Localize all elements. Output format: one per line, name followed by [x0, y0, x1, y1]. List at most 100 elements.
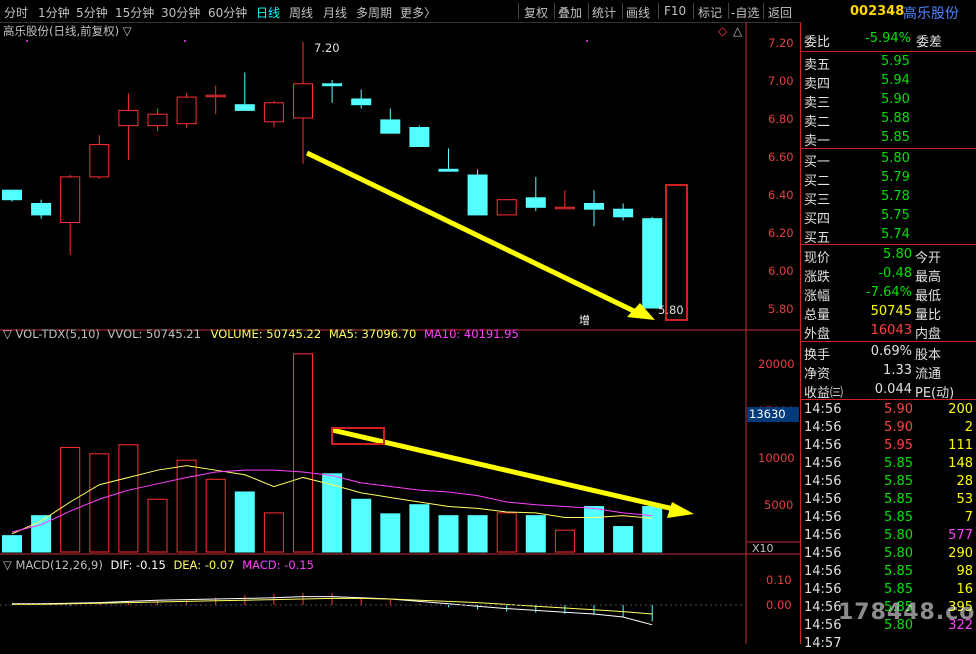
tick-time: 14:56: [804, 474, 842, 489]
overlay-button[interactable]: 叠加: [558, 4, 582, 21]
stat-value: -7.64%: [866, 285, 912, 300]
buy-level-label: 买二: [804, 174, 831, 189]
f10-button[interactable]: F10: [664, 4, 686, 18]
toolbar-divider: [693, 3, 694, 19]
dea-value: DEA: -0.07: [173, 558, 235, 572]
candle-body: [263, 102, 284, 123]
back-button[interactable]: 返回: [768, 4, 792, 21]
candle-body: [584, 203, 604, 210]
stat-value: 16043: [870, 323, 912, 338]
tick-row: 14:56 5.80 577: [801, 527, 976, 546]
tick-price: 5.90: [884, 420, 913, 435]
candle-body: [496, 199, 517, 216]
candle-body: [554, 206, 575, 210]
tick-row: 14:56 5.90 2: [801, 419, 976, 438]
stat-label-right: 股本: [915, 348, 942, 363]
tick-price: 5.85: [884, 510, 913, 525]
volume-bar: [205, 478, 226, 553]
diamond-icon[interactable]: ◇: [718, 24, 727, 38]
tick-time: 14:56: [804, 582, 842, 597]
stat-label: 外盘: [804, 327, 831, 342]
volume-bar: [234, 491, 255, 553]
tick-time: 14:56: [804, 402, 842, 417]
stat-row: 净资 1.33 流通: [801, 362, 976, 382]
volume-bar: [380, 513, 401, 553]
y-tick: 6.80: [768, 112, 794, 126]
sell-level-row: 卖五 5.95: [801, 53, 976, 73]
toolbar-divider: [728, 3, 729, 19]
tab-weekly[interactable]: 周线: [289, 4, 313, 21]
tick-volume: 28: [956, 474, 973, 489]
volume-value: VOLUME: 50745.22: [210, 327, 322, 341]
y-tick: 6.20: [768, 226, 794, 240]
toolbar-divider: [554, 3, 555, 19]
candle-body: [525, 197, 546, 208]
sell-level-label: 卖二: [804, 115, 831, 130]
tab-more[interactable]: 更多〉: [400, 4, 436, 21]
restore-rights-button[interactable]: 复权: [524, 4, 548, 21]
stat-label-right: 最低: [915, 289, 942, 304]
tick-row: 14:56 5.85 28: [801, 473, 976, 492]
tick-time: 14:56: [804, 618, 842, 633]
buy-level-price: 5.74: [881, 227, 910, 242]
stat-label: 现价: [804, 251, 831, 266]
tick-time: 14:56: [804, 510, 842, 525]
volume-bar: [496, 512, 517, 553]
volume-bar: [322, 473, 343, 553]
tab-monthly[interactable]: 月线: [323, 4, 347, 21]
buy-level-row: 买四 5.75: [801, 207, 976, 227]
macd-y-tick: 0.00: [766, 598, 792, 612]
tab-30min[interactable]: 30分钟: [161, 4, 200, 21]
toolbar-divider: [658, 3, 659, 19]
candle-body: [642, 218, 663, 309]
tick-row: 14:57: [801, 635, 976, 654]
high-marker: 7.20: [314, 41, 340, 55]
tick-volume: 98: [956, 564, 973, 579]
sell-level-label: 卖一: [804, 134, 831, 149]
mark-button[interactable]: 标记: [698, 4, 722, 21]
sell-level-price: 5.88: [881, 111, 910, 126]
tick-row: 14:56 5.85 53: [801, 491, 976, 510]
candle-body: [438, 168, 459, 172]
y-tick: 6.00: [768, 264, 794, 278]
tick-row: 14:56 5.85 98: [801, 563, 976, 582]
tick-row: 14:56 5.85 16: [801, 581, 976, 600]
tab-fenshi[interactable]: 分时: [4, 4, 28, 21]
stat-label-right: 量比: [915, 308, 942, 323]
toolbar-divider: [763, 3, 764, 19]
stat-label: 总量: [804, 308, 831, 323]
tab-15min[interactable]: 15分钟: [115, 4, 154, 21]
tab-60min[interactable]: 60分钟: [208, 4, 247, 21]
tick-row: 14:56 5.85 148: [801, 455, 976, 474]
candle-body: [613, 208, 634, 218]
volume-bar: [351, 498, 372, 553]
watchlist-button[interactable]: -自选: [731, 4, 759, 21]
sell-level-label: 卖四: [804, 77, 831, 92]
buy-level-row: 买二 5.79: [801, 169, 976, 189]
tick-volume: 148: [948, 456, 973, 471]
tab-1min[interactable]: 1分钟: [38, 4, 70, 21]
tick-price: 5.85: [884, 582, 913, 597]
statistics-button[interactable]: 统计: [592, 4, 616, 21]
buy-level-row: 买三 5.78: [801, 188, 976, 208]
tick-volume: 111: [948, 438, 973, 453]
weibi-row: 委比 -5.94% 委差: [801, 30, 976, 50]
event-dot: [184, 40, 186, 42]
tick-price: 5.85: [884, 456, 913, 471]
stat-row: 收益㈢ 0.044 PE(动): [801, 381, 976, 401]
period-toolbar: 分时 1分钟 5分钟 15分钟 30分钟 60分钟 日线 周线 月线 多周期 更…: [0, 0, 976, 23]
tick-time: 14:56: [804, 564, 842, 579]
buy-level-row: 买五 5.74: [801, 226, 976, 246]
tick-price: 5.95: [884, 438, 913, 453]
tick-price: 5.85: [884, 474, 913, 489]
tick-volume: 2: [964, 420, 973, 435]
macd-indicator-header: ▽ MACD(12,26,9) DIF: -0.15 DEA: -0.07 MA…: [3, 558, 314, 572]
draw-line-button[interactable]: 画线: [626, 4, 650, 21]
up-triangle-icon[interactable]: △: [733, 24, 742, 38]
expand-icon[interactable]: ▽: [3, 558, 12, 572]
expand-icon[interactable]: ▽: [123, 24, 132, 38]
tab-5min[interactable]: 5分钟: [76, 4, 108, 21]
tab-multi-period[interactable]: 多周期: [356, 4, 392, 21]
tab-daily[interactable]: 日线: [256, 4, 280, 21]
expand-icon[interactable]: ▽: [3, 327, 12, 341]
